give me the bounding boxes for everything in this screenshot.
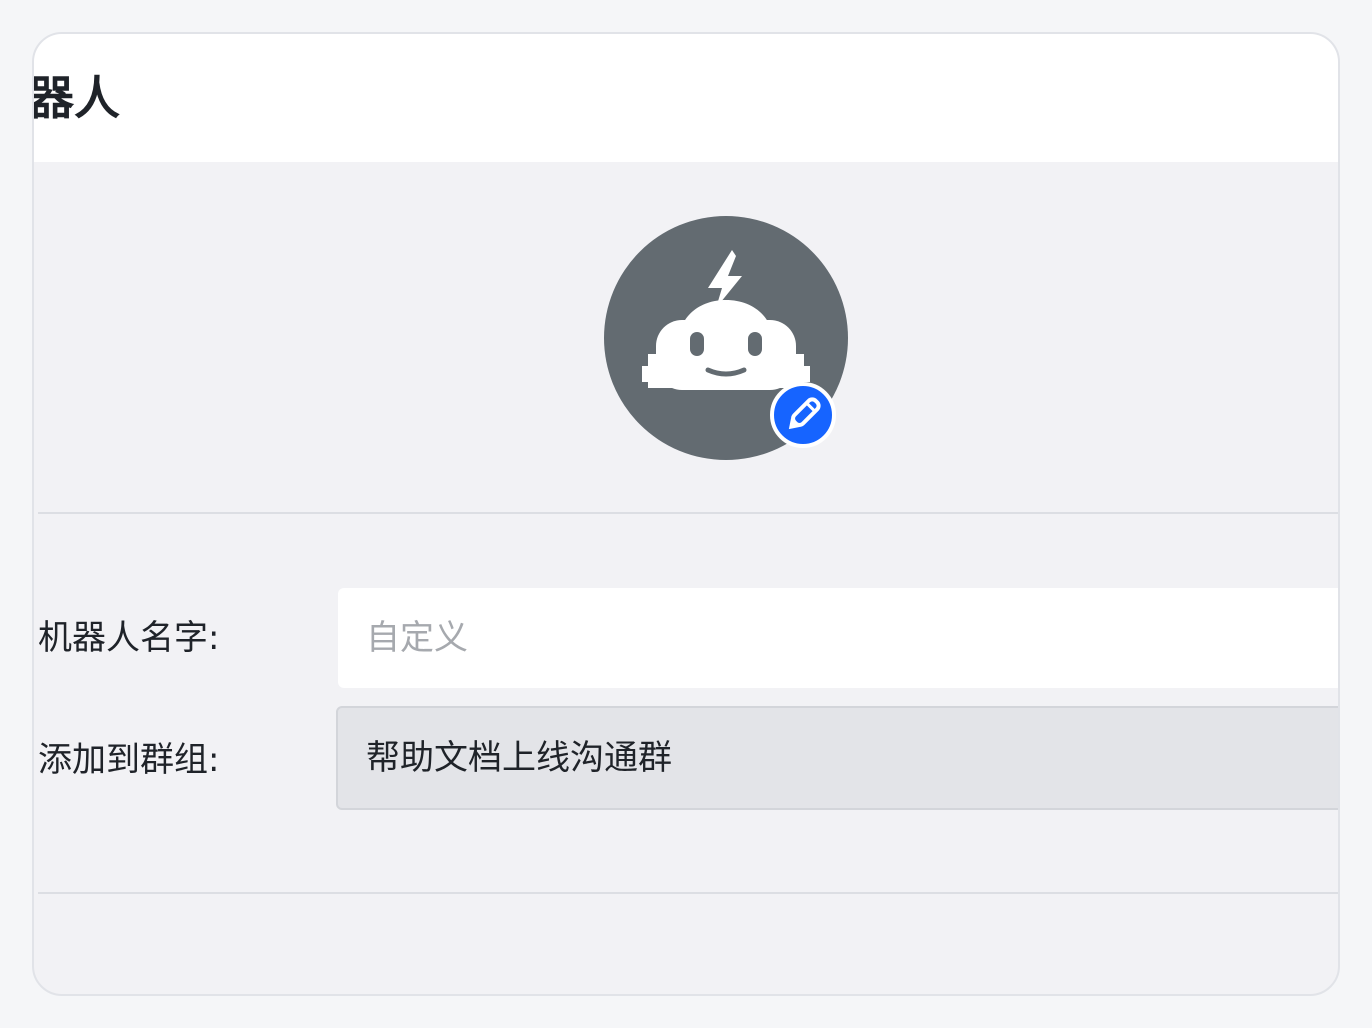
pencil-icon bbox=[788, 397, 821, 430]
bot-name-label: 机器人名字: bbox=[38, 618, 220, 658]
edit-avatar-button[interactable] bbox=[770, 382, 836, 448]
panel-header: 器人 bbox=[34, 34, 1338, 162]
section-divider bbox=[38, 512, 1338, 514]
bot-avatar[interactable] bbox=[604, 216, 848, 460]
add-to-group-label: 添加到群组: bbox=[38, 740, 220, 780]
bot-name-input[interactable] bbox=[338, 588, 1338, 688]
footer-divider bbox=[38, 892, 1338, 894]
page-title: 器人 bbox=[32, 71, 120, 125]
bot-settings-panel: 器人 机器人名字: 添加到群组 bbox=[32, 32, 1340, 996]
group-name-field: 帮助文档上线沟通群 bbox=[336, 706, 1338, 810]
